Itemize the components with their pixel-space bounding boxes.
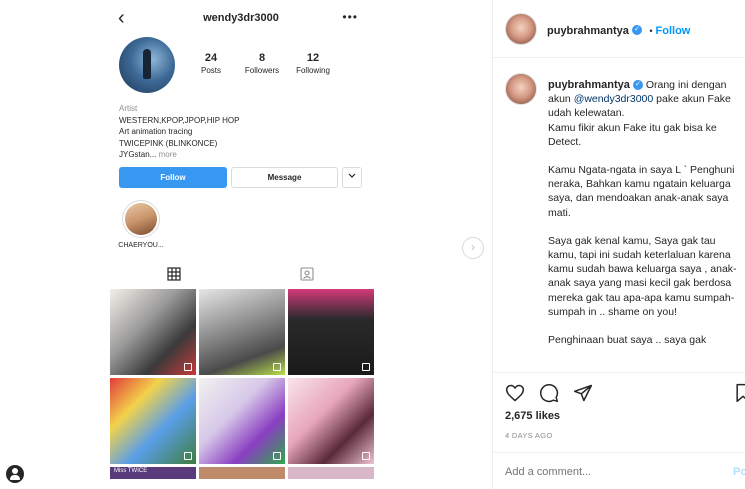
grid-post-thumbnail xyxy=(288,289,374,375)
stat-posts-count: 24 xyxy=(204,52,218,64)
stat-followers-count: 8 xyxy=(258,52,266,64)
profile-bio: Artist WESTERN,KPOP,JPOP,HIP HOP Art ani… xyxy=(119,103,369,161)
post-comment-button[interactable]: Po xyxy=(733,466,745,478)
header-separator: • xyxy=(649,26,653,36)
post-sidebar: puybrahmantya ✓ • Follow puybrahmantya ✓ Or… xyxy=(492,0,745,489)
bio-more-link: more xyxy=(158,150,177,159)
grid-post-thumbnail xyxy=(288,467,374,479)
highlight-label: CHAERYOU... xyxy=(118,242,164,249)
stat-posts-label: Posts xyxy=(200,66,221,75)
caption-username[interactable]: puybrahmantya xyxy=(548,79,630,91)
post-timestamp[interactable]: 4 DAYS AGO xyxy=(505,431,552,440)
grid-post-thumbnail xyxy=(110,289,196,375)
caption-paragraph: Saya gak kenal kamu, Saya gak tau kamu, … xyxy=(548,234,737,318)
bio-category: Artist xyxy=(119,104,138,113)
stat-posts: 24 Posts xyxy=(196,52,226,75)
caption-paragraph: Kamu fikir akun Fake itu gak bisa ke Det… xyxy=(548,121,717,148)
bio-line: TWICEPINK (BLINKONCE) xyxy=(119,138,218,148)
stat-following-count: 12 xyxy=(306,52,320,64)
bio-line: JYGstan... xyxy=(119,150,157,159)
more-options-icon: ••• xyxy=(342,10,358,24)
post-header: puybrahmantya ✓ • Follow xyxy=(493,0,745,58)
next-post-arrow-icon[interactable]: › xyxy=(462,237,484,259)
profile-message-button: Message xyxy=(231,167,338,188)
caption-paragraph: Penghinaan buat saya .. saya gak xyxy=(548,334,707,347)
profile-follow-button: Follow xyxy=(119,167,227,188)
grid-post-thumbnail: Miss TWICE xyxy=(110,467,196,479)
comment-icon[interactable] xyxy=(539,383,559,403)
follow-link[interactable]: Follow xyxy=(656,25,691,37)
share-icon[interactable] xyxy=(573,383,593,403)
verified-badge-icon: ✓ xyxy=(631,24,642,35)
grid-icon xyxy=(167,267,181,281)
bio-line: Art animation tracing xyxy=(119,127,193,136)
post-caption: puybrahmantya ✓ Orang ini dengan akun @we… xyxy=(548,78,745,368)
post-header-text: puybrahmantya ✓ • Follow xyxy=(547,21,690,39)
stat-following-label: Following xyxy=(296,66,330,75)
highlight-thumbnail xyxy=(125,203,157,235)
grid-post-thumbnail xyxy=(199,289,285,375)
likes-count[interactable]: 2,675 likes xyxy=(505,410,560,422)
profile-avatar xyxy=(119,37,175,93)
stat-following: 12 Following xyxy=(291,52,335,75)
stat-followers: 8 Followers xyxy=(240,52,284,75)
author-avatar[interactable] xyxy=(505,13,537,45)
chevron-down-icon xyxy=(342,167,362,188)
user-profile-icon xyxy=(6,465,24,483)
caption-paragraph: Kamu Ngata-ngata in saya L ` Penghuni ne… xyxy=(548,164,735,219)
mention-link[interactable]: @wendy3dr3000 xyxy=(574,93,654,105)
profile-username: wendy3dr3000 xyxy=(203,12,279,24)
caption-author-avatar[interactable] xyxy=(505,73,537,105)
comment-input[interactable] xyxy=(505,466,695,478)
story-highlight: CHAERYOU... xyxy=(116,200,166,249)
save-bookmark-icon[interactable] xyxy=(733,383,745,403)
grid-post-caption: Miss TWICE xyxy=(114,468,148,474)
post-image: ‹ wendy3dr3000 ••• 24 Posts 8 Followers … xyxy=(0,0,492,489)
bio-line: WESTERN,KPOP,JPOP,HIP HOP xyxy=(119,115,240,125)
post-actions: 2,675 likes 4 DAYS AGO xyxy=(493,372,745,452)
profile-topbar: ‹ wendy3dr3000 ••• xyxy=(110,6,372,32)
stat-followers-label: Followers xyxy=(244,66,280,75)
author-username[interactable]: puybrahmantya xyxy=(547,25,629,37)
verified-badge-icon: ✓ xyxy=(632,80,643,91)
grid-post-thumbnail xyxy=(199,467,285,479)
comment-bar: Po xyxy=(493,452,745,489)
grid-post-thumbnail xyxy=(199,378,285,464)
tagged-icon xyxy=(300,267,314,281)
like-heart-icon[interactable] xyxy=(505,383,525,403)
grid-post-thumbnail xyxy=(288,378,374,464)
grid-post-thumbnail xyxy=(110,378,196,464)
